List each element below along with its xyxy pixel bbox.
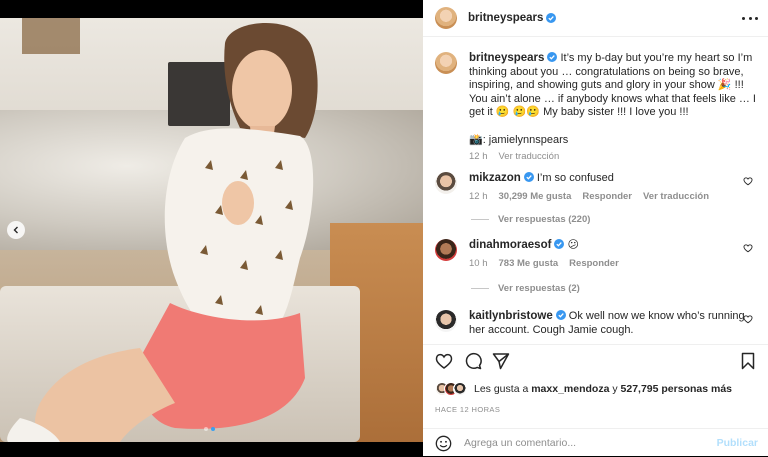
comment-meta: 12 h 30,299 Me gusta Responder Ver tradu… xyxy=(469,191,757,202)
like-comment-icon[interactable] xyxy=(743,243,753,253)
more-dot xyxy=(742,16,745,20)
add-comment-bar: Publicar xyxy=(423,428,768,457)
like-heart-icon[interactable] xyxy=(435,352,453,370)
carousel-dots xyxy=(204,427,215,431)
verified-badge-icon xyxy=(547,52,558,62)
view-replies-button[interactable]: Ver respuestas (220) xyxy=(471,214,590,225)
caption-translate-link[interactable]: Ver traducción xyxy=(499,151,560,162)
previous-media-button[interactable] xyxy=(7,221,25,239)
liked-by-user[interactable]: maxx_mendoza xyxy=(531,383,609,395)
author-avatar[interactable] xyxy=(435,7,457,29)
comment-item: mikzazon I’m so confused 12 h 30,299 Me … xyxy=(435,172,757,202)
replies-divider xyxy=(471,288,489,289)
comment-text: I’m so confused xyxy=(536,172,614,184)
more-dot xyxy=(755,16,758,20)
comment-text-block: dinahmoraesof 😕 xyxy=(469,239,757,253)
liker-avatar[interactable] xyxy=(453,382,467,396)
commenter-username[interactable]: kaitlynbristowe xyxy=(469,310,553,322)
commenter-avatar[interactable] xyxy=(435,310,457,332)
more-dot xyxy=(748,16,752,20)
post-media xyxy=(0,0,423,456)
reply-button[interactable]: Responder xyxy=(582,191,632,202)
verified-badge-icon xyxy=(555,310,566,320)
comment-bubble-icon[interactable] xyxy=(464,352,482,370)
comment-input[interactable] xyxy=(464,437,717,449)
commenter-username[interactable]: mikzazon xyxy=(469,172,521,184)
more-options-button[interactable] xyxy=(742,12,758,24)
carousel-dot xyxy=(204,427,208,431)
comment-likes[interactable]: 30,299 Me gusta xyxy=(499,191,572,202)
verified-badge-icon xyxy=(554,239,565,249)
liked-by-count[interactable]: 527,795 personas más xyxy=(621,383,733,395)
like-comment-icon[interactable] xyxy=(743,314,753,324)
carousel-dot-active xyxy=(211,427,215,431)
post-header: britneyspears xyxy=(423,0,768,37)
publish-button[interactable]: Publicar xyxy=(717,437,758,449)
comment-likes[interactable]: 783 Me gusta xyxy=(499,258,559,269)
caption-username[interactable]: britneyspears xyxy=(469,52,544,64)
replies-divider xyxy=(471,219,489,220)
post-actions: Les gusta a maxx_mendoza y 527,795 perso… xyxy=(423,344,768,456)
view-replies-button[interactable]: Ver respuestas (2) xyxy=(471,283,580,294)
liked-by-mid: y xyxy=(612,383,618,395)
photo-credit: 📸: jamielynnspears xyxy=(469,133,569,146)
save-bookmark-icon[interactable] xyxy=(739,352,757,370)
comment-item: dinahmoraesof 😕 10 h 783 Me gusta Respon… xyxy=(435,239,757,269)
caption-meta: 12 h Ver traducción xyxy=(469,151,757,162)
liked-by-prefix: Les gusta a xyxy=(474,383,529,395)
verified-badge-icon xyxy=(523,172,534,182)
comment-time[interactable]: 10 h xyxy=(469,258,488,269)
reply-button[interactable]: Responder xyxy=(569,258,619,269)
verified-badge-icon xyxy=(546,13,557,23)
liked-by: Les gusta a maxx_mendoza y 527,795 perso… xyxy=(435,382,732,396)
view-replies-label: Ver respuestas (2) xyxy=(498,283,580,294)
caption-time[interactable]: 12 h xyxy=(469,151,488,162)
comment-text-block: kaitlynbristowe Ok well now we know who’… xyxy=(469,310,757,337)
translate-button[interactable]: Ver traducción xyxy=(643,191,709,202)
comments-list: britneyspears It’s my b-day but you’re m… xyxy=(423,38,768,344)
emoji-icon[interactable] xyxy=(435,435,452,452)
commenter-username[interactable]: dinahmoraesof xyxy=(469,239,551,251)
comment-body: kaitlynbristowe Ok well now we know who’… xyxy=(469,310,757,337)
comment-time[interactable]: 12 h xyxy=(469,191,488,202)
caption: britneyspears It’s my b-day but you’re m… xyxy=(435,52,757,162)
post-photo[interactable] xyxy=(0,18,423,442)
comment-text-block: mikzazon I’m so confused xyxy=(469,172,757,186)
action-icons xyxy=(435,352,760,372)
like-comment-icon[interactable] xyxy=(743,176,753,186)
commenter-avatar[interactable] xyxy=(435,172,457,194)
author-username[interactable]: britneyspears xyxy=(468,12,543,24)
caption-body: britneyspears It’s my b-day but you’re m… xyxy=(469,52,757,162)
caption-text-block: britneyspears It’s my b-day but you’re m… xyxy=(469,52,757,120)
caption-avatar[interactable] xyxy=(435,52,457,74)
commenter-avatar[interactable] xyxy=(435,239,457,261)
share-send-icon[interactable] xyxy=(492,352,510,370)
post-side-panel: britneyspears britneyspears It’s my b-da… xyxy=(423,0,768,456)
comment-meta: 10 h 783 Me gusta Responder xyxy=(469,258,757,269)
instagram-post-dialog: britneyspears britneyspears It’s my b-da… xyxy=(0,0,768,456)
photo-subject xyxy=(7,23,318,442)
comment-text: 😕 xyxy=(567,239,579,251)
view-replies-label: Ver respuestas (220) xyxy=(498,214,591,225)
comment-body: dinahmoraesof 😕 10 h 783 Me gusta Respon… xyxy=(469,239,757,269)
liked-by-avatars xyxy=(435,382,467,396)
chevron-left-icon xyxy=(13,226,18,234)
post-time-ago[interactable]: HACE 12 HORAS xyxy=(435,405,500,414)
comment-body: mikzazon I’m so confused 12 h 30,299 Me … xyxy=(469,172,757,202)
comment-item: kaitlynbristowe Ok well now we know who’… xyxy=(435,310,757,337)
